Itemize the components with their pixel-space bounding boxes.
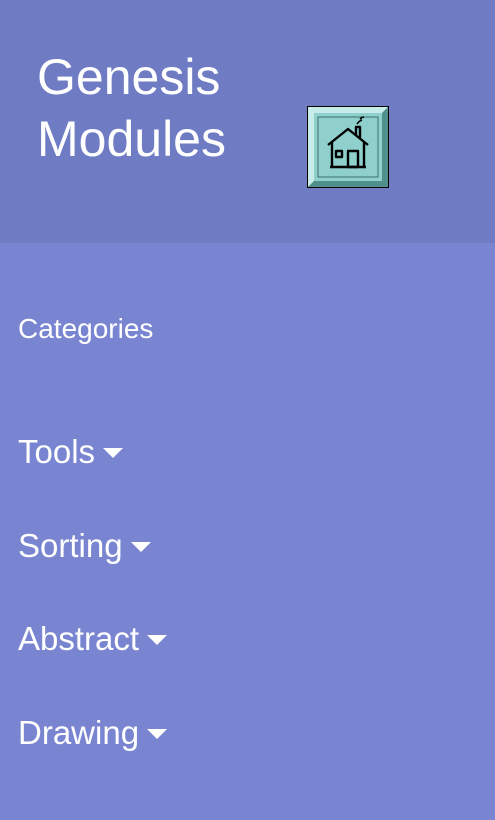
page-title: Genesis Modules	[37, 46, 297, 170]
menu-item-label: Sorting	[18, 527, 123, 564]
caret-down-icon	[130, 542, 151, 552]
menu-item-label: Tools	[18, 433, 96, 470]
menu-item-label: Abstract	[18, 620, 140, 657]
home-button[interactable]	[307, 106, 389, 188]
caret-down-icon	[147, 729, 168, 739]
title-line-2: Modules	[37, 111, 226, 167]
menu-item-label: Drawing	[18, 714, 140, 751]
categories-heading: Categories	[18, 313, 154, 344]
caret-down-icon	[147, 635, 168, 645]
caret-down-icon	[103, 448, 124, 458]
house-icon	[308, 107, 388, 187]
title-line-1: Genesis	[37, 49, 221, 105]
menu-item-tools[interactable]: Tools	[18, 432, 124, 472]
menu-item-sorting[interactable]: Sorting	[18, 526, 151, 566]
menu-item-abstract[interactable]: Abstract	[18, 619, 168, 659]
page-header: Genesis Modules	[0, 0, 495, 243]
menu-item-drawing[interactable]: Drawing	[18, 713, 168, 753]
category-nav: Categories Tools Sorting Abstract Drawin…	[0, 243, 495, 820]
